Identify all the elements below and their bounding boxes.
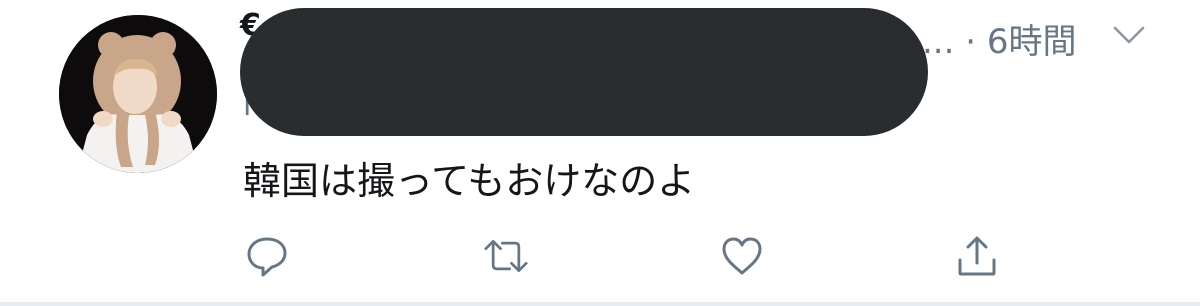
divider — [0, 302, 1200, 306]
like-button[interactable] — [718, 232, 766, 280]
speech-bubble-icon — [247, 237, 287, 277]
share-upload-icon — [958, 236, 996, 276]
redaction-overlay — [240, 8, 928, 136]
avatar[interactable] — [59, 15, 217, 173]
retweet-button[interactable] — [482, 232, 530, 280]
tweet-text: 韓国は撮ってもおけなのよ — [243, 159, 696, 203]
avatar-image — [59, 15, 217, 173]
chevron-down-icon[interactable] — [1112, 24, 1146, 46]
retweet-arrows-icon — [484, 239, 528, 273]
meta-separator: · — [965, 22, 977, 62]
reply-button[interactable] — [243, 232, 291, 280]
tweet-meta: ... · 6時間 — [922, 14, 1077, 63]
author-ellipsis: ... — [922, 22, 955, 62]
timestamp[interactable]: 6時間 — [987, 22, 1077, 62]
share-button[interactable] — [953, 232, 1001, 280]
heart-icon — [722, 237, 762, 275]
tweet-card[interactable]: € l ... · 6時間 韓国は撮ってもおけなのよ — [0, 0, 1200, 306]
